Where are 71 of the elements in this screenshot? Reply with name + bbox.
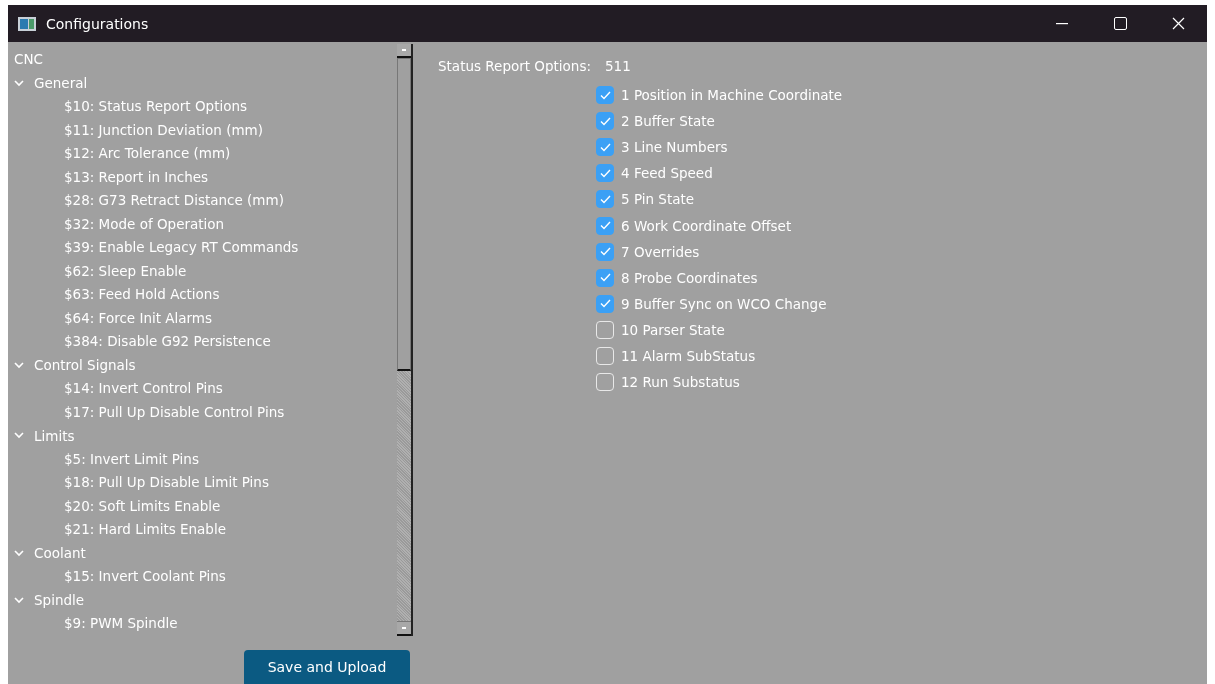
scroll-up-icon bbox=[402, 49, 406, 51]
check-icon bbox=[599, 194, 611, 204]
chevron-down-icon[interactable] bbox=[14, 596, 24, 604]
chevron-down-icon[interactable] bbox=[14, 79, 24, 87]
checkbox-label: 2 Buffer State bbox=[621, 113, 715, 130]
tree-item[interactable]: $28: G73 Retract Distance (mm) bbox=[14, 189, 284, 213]
checkbox-label: 7 Overrides bbox=[621, 243, 700, 260]
tree-item[interactable]: $32: Mode of Operation bbox=[14, 212, 225, 236]
tree-item[interactable]: $15: Invert Coolant Pins bbox=[14, 565, 226, 589]
tree-item[interactable]: $62: Sleep Enable bbox=[14, 259, 187, 283]
checkbox[interactable] bbox=[596, 164, 614, 183]
maximize-icon bbox=[1113, 17, 1127, 30]
check-icon bbox=[599, 116, 611, 126]
checkbox[interactable] bbox=[596, 216, 614, 235]
checkbox-label: 12 Run Substatus bbox=[621, 374, 740, 391]
tree-item[interactable]: $384: Disable G92 Persistence bbox=[14, 330, 271, 354]
tree-group[interactable]: Control Signals bbox=[34, 357, 136, 374]
check-icon bbox=[599, 273, 611, 283]
checkbox-label: 3 Line Numbers bbox=[621, 139, 728, 156]
tree-group[interactable]: Coolant bbox=[34, 545, 86, 562]
tree-item[interactable]: $18: Pull Up Disable Limit Pins bbox=[14, 471, 269, 495]
tree-item[interactable]: $14: Invert Control Pins bbox=[14, 377, 223, 401]
checkbox-label: 6 Work Coordinate Offset bbox=[621, 217, 792, 234]
check-icon bbox=[599, 299, 611, 309]
tree-item[interactable]: $63: Feed Hold Actions bbox=[14, 283, 220, 307]
checkbox[interactable] bbox=[596, 138, 614, 157]
checkbox-label: 10 Parser State bbox=[621, 321, 725, 338]
tree-root[interactable]: CNC bbox=[14, 48, 43, 72]
check-icon bbox=[599, 247, 611, 257]
tree-group[interactable]: Limits bbox=[34, 427, 75, 444]
checkbox-label: 5 Pin State bbox=[621, 191, 695, 208]
checkbox-label: 1 Position in Machine Coordinate bbox=[621, 87, 843, 104]
check-icon bbox=[599, 221, 611, 230]
tree-item[interactable]: $39: Enable Legacy RT Commands bbox=[14, 236, 299, 260]
checkbox-label: 8 Probe Coordinates bbox=[621, 269, 758, 286]
check-icon bbox=[599, 168, 611, 178]
setting-label: Status Report Options: bbox=[438, 58, 591, 74]
scrollbar[interactable] bbox=[397, 44, 413, 636]
app-icon bbox=[18, 16, 36, 31]
checkbox-label: 9 Buffer Sync on WCO Change bbox=[621, 295, 827, 312]
minimize-icon bbox=[1056, 22, 1068, 25]
tree-group[interactable]: Spindle bbox=[34, 592, 85, 609]
check-icon bbox=[599, 90, 611, 100]
chevron-down-icon[interactable] bbox=[14, 432, 24, 440]
chevron-down-icon[interactable] bbox=[14, 361, 24, 369]
checkbox[interactable] bbox=[596, 294, 614, 313]
tree-item[interactable]: $64: Force Init Alarms bbox=[14, 306, 213, 330]
checkbox-label: 11 Alarm SubStatus bbox=[621, 348, 756, 364]
window-title: Configurations bbox=[46, 15, 150, 32]
save-and-upload-button[interactable]: Save and Upload bbox=[244, 650, 410, 684]
tree-item[interactable]: $13: Report in Inches bbox=[14, 165, 209, 189]
check-icon bbox=[599, 142, 611, 152]
checkbox[interactable] bbox=[596, 268, 614, 287]
checkbox[interactable] bbox=[596, 112, 614, 131]
setting-value: 511 bbox=[605, 58, 631, 74]
tree-item[interactable]: $21: Hard Limits Enable bbox=[14, 518, 226, 542]
tree-item[interactable]: $17: Pull Up Disable Control Pins bbox=[14, 400, 285, 424]
checkbox-label: 4 Feed Speed bbox=[621, 165, 713, 182]
tree-item[interactable]: $11: Junction Deviation (mm) bbox=[14, 118, 263, 142]
checkbox[interactable] bbox=[596, 242, 614, 261]
tree-item[interactable]: $20: Soft Limits Enable bbox=[14, 494, 221, 518]
tree-group[interactable]: General bbox=[34, 75, 88, 92]
tree-item[interactable]: $12: Arc Tolerance (mm) bbox=[14, 142, 231, 166]
close-icon bbox=[1171, 17, 1185, 30]
checkbox[interactable] bbox=[596, 190, 614, 209]
tree-item[interactable]: $9: PWM Spindle bbox=[14, 612, 178, 636]
tree-item[interactable]: $5: Invert Limit Pins bbox=[14, 447, 199, 471]
chevron-down-icon[interactable] bbox=[14, 549, 24, 557]
checkbox[interactable] bbox=[596, 86, 614, 105]
scroll-down-icon bbox=[402, 627, 406, 629]
tree-item[interactable]: $10: Status Report Options bbox=[14, 95, 248, 119]
